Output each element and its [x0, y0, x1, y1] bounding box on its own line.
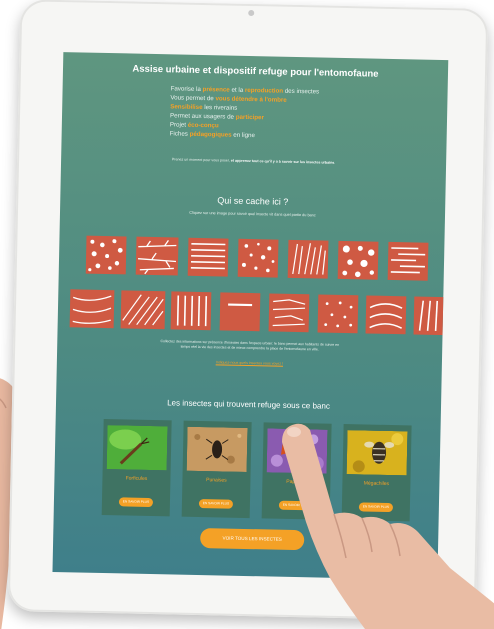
- insect-card[interactable]: Punaises EN SAVOIR PLUS: [181, 420, 252, 519]
- habitat-tile-dots[interactable]: [85, 235, 127, 275]
- feature-list: Favorise la présence et la reproduction …: [170, 84, 371, 142]
- section-heading-insects: Les insectes qui trouvent refuge sous ce…: [167, 398, 330, 411]
- learn-more-button[interactable]: EN SAVOIR PLUS: [118, 497, 154, 508]
- report-link[interactable]: Indiquez-nous quels insectes vous voyez …: [57, 357, 442, 369]
- learn-more-button[interactable]: EN SAVOIR PLUS: [198, 499, 234, 509]
- pointing-hand: [282, 423, 494, 629]
- habitat-tile-tubes[interactable]: [387, 241, 429, 281]
- insect-name: Forficules: [125, 475, 148, 482]
- habitat-tile-twigs[interactable]: [135, 236, 179, 276]
- habitat-tile-plank[interactable]: [219, 292, 261, 332]
- habitat-tile-lines[interactable]: [187, 237, 229, 277]
- habitat-tile-flowers[interactable]: [317, 294, 359, 334]
- insect-card[interactable]: Forficules EN SAVOIR PLUS: [101, 419, 172, 517]
- habitat-tile-stems[interactable]: [170, 291, 212, 331]
- habitat-tile-circles[interactable]: [337, 240, 379, 280]
- habitat-tile-hatch[interactable]: [120, 290, 166, 330]
- habitat-tile-speckles[interactable]: [237, 238, 279, 278]
- info-paragraph: Collectez des informations sur présence …: [160, 339, 340, 352]
- habitat-tile-slats[interactable]: [413, 296, 449, 336]
- habitat-tile-reeds[interactable]: [287, 239, 329, 279]
- section-heading-who: Qui se cache ici ?: [217, 195, 289, 207]
- habitat-tile-arcs[interactable]: [365, 295, 407, 335]
- habitat-tile-bark[interactable]: [268, 293, 310, 333]
- photo-scene: Assise urbaine et dispositif refuge pour…: [0, 0, 494, 629]
- intro-text: Prenez un moment pour vous poser, et app…: [171, 157, 336, 165]
- habitat-tile-branches[interactable]: [69, 289, 115, 329]
- page-title: Assise urbaine et dispositif refuge pour…: [132, 63, 379, 80]
- insect-name: Punaises: [206, 477, 227, 484]
- insect-photo-punaise: [186, 426, 248, 473]
- camera-dot: [248, 9, 255, 17]
- section-subtitle: Cliquez sur une image pour savoir quel i…: [189, 210, 316, 218]
- insect-photo-forficule: [106, 425, 168, 471]
